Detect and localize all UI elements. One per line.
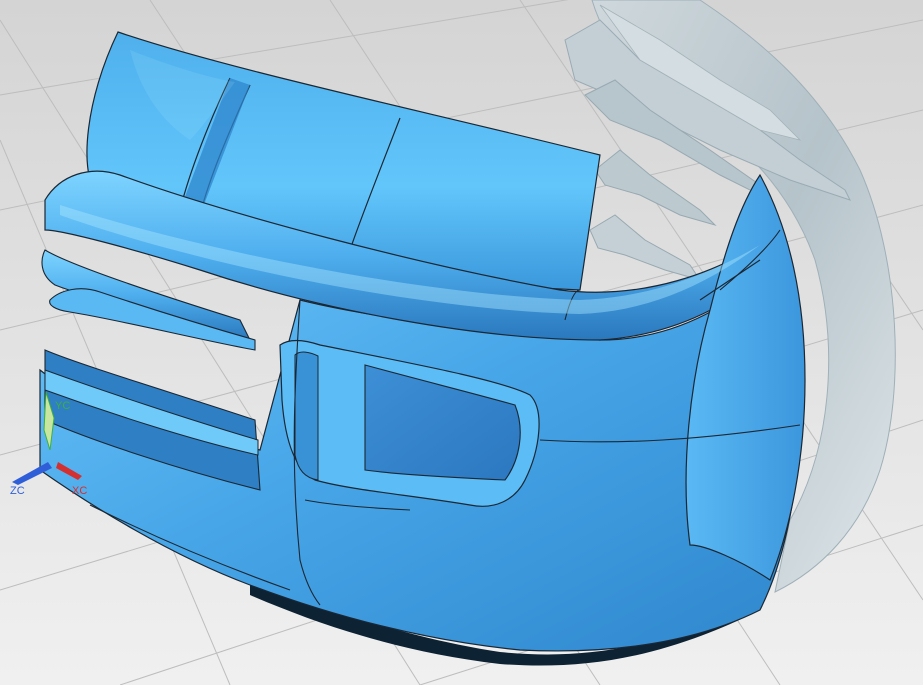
graphics-viewport[interactable]: YC ZC XC — [0, 0, 923, 685]
model-view[interactable]: YC ZC XC — [0, 0, 923, 685]
yc-label: YC — [55, 400, 70, 412]
xc-label: XC — [72, 485, 87, 497]
zc-label: ZC — [10, 485, 25, 497]
fog-lamp-inner-wall — [294, 351, 319, 481]
